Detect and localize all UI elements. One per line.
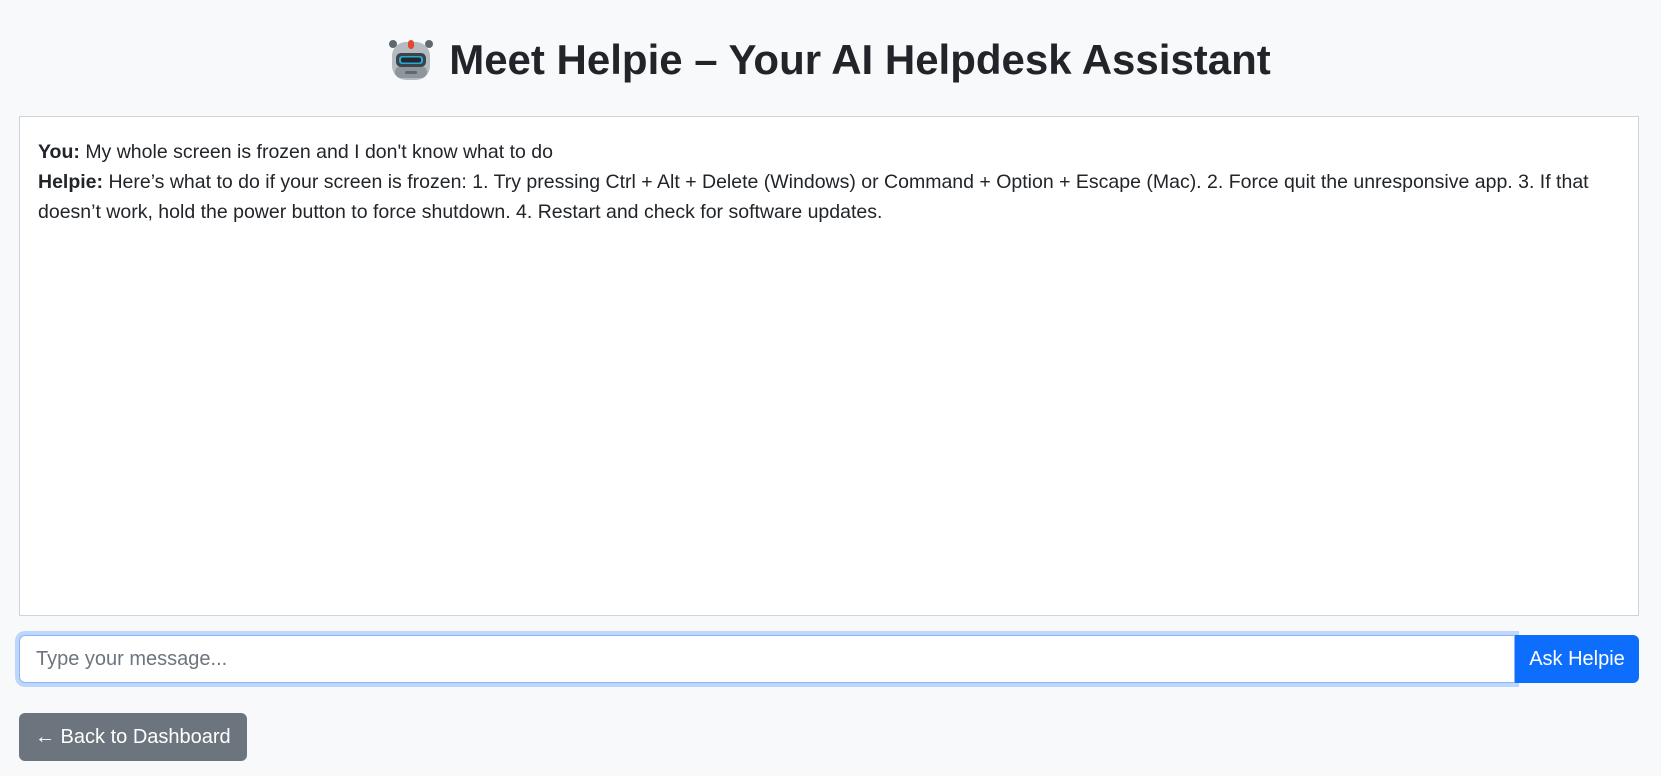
message-text: Here’s what to do if your screen is froz… bbox=[38, 171, 1589, 223]
message-speaker: You: bbox=[38, 141, 80, 163]
chat-message-assistant: Helpie: Here’s what to do if your screen… bbox=[38, 167, 1620, 227]
message-input[interactable] bbox=[19, 635, 1515, 683]
robot-icon bbox=[387, 36, 435, 84]
ask-helpie-button[interactable]: Ask Helpie bbox=[1515, 635, 1639, 683]
chat-message-user: You: My whole screen is frozen and I don… bbox=[38, 137, 1620, 167]
message-composer: Ask Helpie bbox=[19, 635, 1639, 683]
back-to-dashboard-button[interactable]: ← Back to Dashboard bbox=[19, 713, 247, 761]
message-speaker: Helpie: bbox=[38, 171, 104, 193]
chat-log: You: My whole screen is frozen and I don… bbox=[19, 116, 1639, 616]
helpdesk-page: Meet Helpie – Your AI Helpdesk Assistant… bbox=[19, 0, 1639, 761]
message-text: My whole screen is frozen and I don't kn… bbox=[85, 141, 553, 163]
page-title: Meet Helpie – Your AI Helpdesk Assistant bbox=[449, 36, 1271, 83]
page-header: Meet Helpie – Your AI Helpdesk Assistant bbox=[19, 0, 1639, 116]
